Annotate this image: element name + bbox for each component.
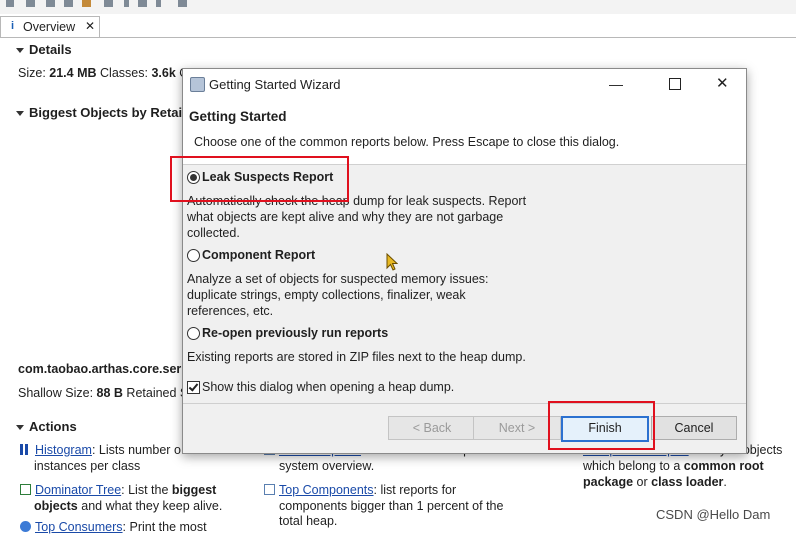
toolbar-query-icon[interactable]	[104, 0, 113, 7]
getting-started-dialog: Getting Started Wizard — ✕ Getting Start…	[182, 68, 747, 454]
collapse-icon	[16, 48, 24, 54]
retained-label: Retained S	[126, 386, 189, 400]
toolbar-dropdown-icon[interactable]	[124, 0, 129, 7]
dominator-desc: : List the	[121, 483, 169, 497]
main-toolbar	[0, 0, 796, 14]
component-report-line-2: which belong to a common root	[583, 459, 764, 473]
shallow-value: 88 B	[96, 386, 123, 400]
dialog-titlebar[interactable]: Getting Started Wizard — ✕	[183, 69, 746, 100]
dominator-tree-link[interactable]: Dominator Tree	[35, 483, 121, 497]
toolbar-reports-icon[interactable]	[138, 0, 147, 7]
shallow-label: Shallow Size:	[18, 386, 94, 400]
top-consumers-desc: : Print the most	[122, 520, 207, 534]
top-components-icon	[264, 484, 275, 495]
actions-title-text: Actions	[29, 419, 77, 434]
biggest-objects-title-text: Biggest Objects by Retaine	[29, 105, 198, 120]
top-components-desc: : list reports for	[373, 483, 457, 497]
toolbar-sql-icon[interactable]	[64, 0, 73, 7]
cancel-button[interactable]: Cancel	[651, 416, 737, 440]
leak-suspects-desc-line-2: what objects are kept alive and why they…	[187, 210, 504, 224]
tab-divider	[0, 37, 796, 38]
leak-suspects-desc-line-3: collected.	[187, 226, 240, 240]
action-top-components: Top Components: list reports for	[264, 483, 456, 497]
shallow-size-line: Shallow Size: 88 B Retained S	[18, 386, 188, 400]
component-report-period: .	[723, 475, 727, 489]
maximize-icon[interactable]	[669, 78, 681, 90]
tab-overview[interactable]: i Overview ✕	[0, 16, 100, 38]
biggest-objects-title[interactable]: Biggest Objects by Retaine	[16, 105, 197, 120]
histogram-link[interactable]: Histogram	[35, 443, 92, 457]
details-title-text: Details	[29, 42, 72, 57]
histogram-desc-2: instances per class	[34, 459, 141, 473]
component-report-or: or	[636, 475, 648, 489]
dominator-desc-2-line: objects and what they keep alive.	[34, 499, 222, 513]
top-components-link[interactable]: Top Components	[279, 483, 374, 497]
dominator-desc-2: and what they keep alive.	[81, 499, 223, 513]
top-consumers-link[interactable]: Top Consumers	[35, 520, 123, 534]
collapse-icon	[16, 425, 24, 431]
component-report-desc-line-2: duplicate strings, empty collections, fi…	[187, 288, 466, 302]
classes-value: 3.6k	[151, 66, 176, 80]
component-report-desc-line-3: references, etc.	[187, 304, 274, 318]
top-components-desc-2: components bigger than 1 percent of the	[279, 499, 504, 513]
toolbar-search-icon[interactable]	[178, 0, 187, 7]
component-report-radio[interactable]	[187, 249, 200, 262]
info-icon: i	[11, 20, 15, 32]
dialog-heading: Getting Started	[189, 109, 287, 124]
reopen-reports-label[interactable]: Re-open previously run reports	[202, 326, 388, 340]
component-report-bold-3: class loader	[651, 475, 724, 489]
back-button[interactable]: < Back	[388, 416, 476, 440]
finish-highlight-box	[548, 401, 655, 450]
tab-close-icon[interactable]: ✕	[85, 19, 95, 33]
component-report-label[interactable]: Component Report	[202, 248, 315, 262]
dialog-footer-divider	[183, 403, 746, 404]
dialog-subheading: Choose one of the common reports below. …	[194, 135, 620, 149]
component-report-bold-2: package	[583, 475, 634, 489]
component-report-line-3: package or class loader.	[583, 475, 727, 489]
toolbar-dropdown-icon-2[interactable]	[156, 0, 161, 7]
leak-suspects-desc-2: system overview.	[279, 459, 375, 473]
mouse-cursor-icon	[386, 253, 398, 271]
toolbar-heapdump-icon[interactable]	[82, 0, 91, 7]
dominator-tree-icon	[20, 484, 31, 495]
collapse-icon	[16, 111, 24, 117]
component-report-desc-line-1: Analyze a set of objects for suspected m…	[187, 272, 489, 286]
top-components-desc-3: total heap.	[279, 514, 338, 528]
show-dialog-checkbox[interactable]	[187, 381, 200, 394]
dominator-bold-2: objects	[34, 499, 78, 513]
dominator-bold: biggest	[171, 483, 217, 497]
dialog-title: Getting Started Wizard	[209, 77, 341, 92]
component-report-bold: common root	[683, 459, 764, 473]
toolbar-info-icon[interactable]	[6, 0, 14, 7]
reopen-reports-desc-line-1: Existing reports are stored in ZIP files…	[187, 350, 526, 364]
size-label: Size:	[18, 66, 46, 80]
classes-label: Classes:	[100, 66, 148, 80]
details-summary: Size: 21.4 MB Classes: 3.6k O	[18, 66, 189, 80]
action-histogram: Histogram: Lists number o	[20, 443, 181, 457]
actions-section-title[interactable]: Actions	[16, 419, 77, 434]
size-value: 21.4 MB	[49, 66, 97, 80]
watermark-text: CSDN @Hello Dam	[656, 507, 771, 522]
dialog-app-icon	[190, 77, 205, 92]
histogram-icon	[20, 444, 31, 455]
object-name: com.taobao.arthas.core.ser	[18, 362, 182, 376]
action-top-consumers: Top Consumers: Print the most	[20, 520, 207, 534]
show-dialog-label[interactable]: Show this dialog when opening a heap dum…	[202, 380, 454, 394]
action-dominator: Dominator Tree: List the biggest	[20, 483, 216, 497]
histogram-desc: : Lists number o	[91, 443, 181, 457]
tab-overview-label: Overview	[23, 20, 76, 34]
top-consumers-icon	[20, 521, 31, 532]
toolbar-dominator-icon[interactable]	[46, 0, 55, 7]
dialog-close-icon[interactable]: ✕	[716, 74, 729, 92]
reopen-reports-radio[interactable]	[187, 327, 200, 340]
leak-suspects-highlight-box	[170, 156, 349, 202]
component-report-desc-2: which belong to a	[583, 459, 681, 473]
details-section-title[interactable]: Details	[16, 42, 72, 57]
minimize-icon[interactable]: —	[609, 76, 623, 92]
toolbar-histogram-icon[interactable]	[26, 0, 35, 7]
